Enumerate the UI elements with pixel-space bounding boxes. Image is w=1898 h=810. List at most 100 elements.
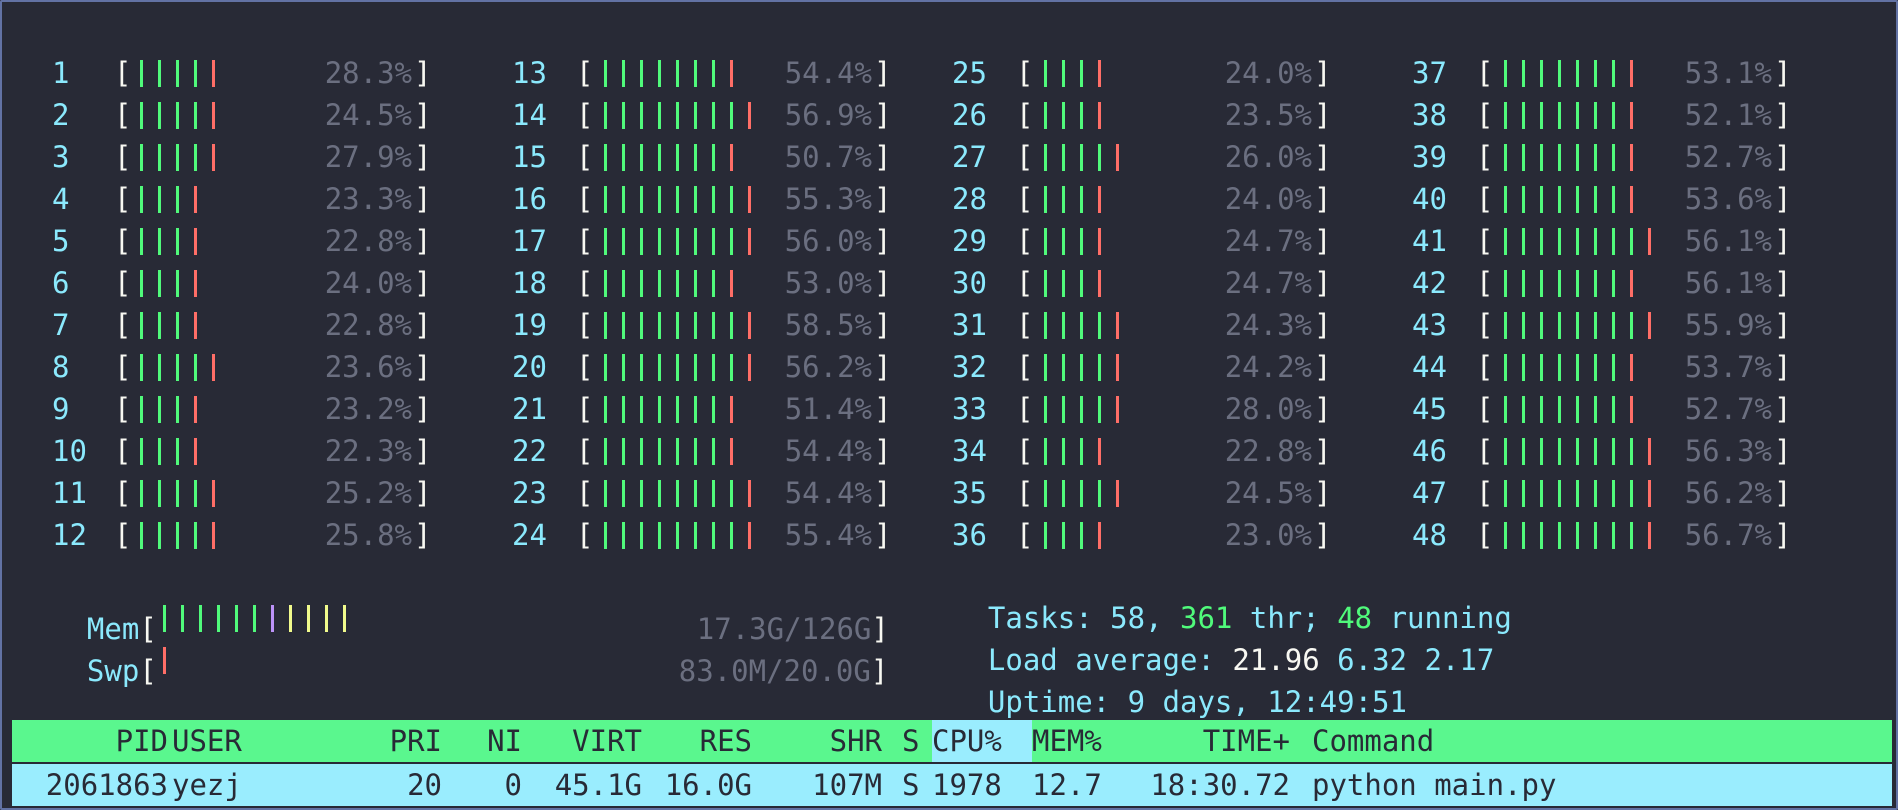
cpu-meter-42: 42 [56.1%] (0, 262, 1898, 304)
header-shr[interactable]: SHR (772, 720, 882, 762)
cpu-bracket-open: [ (1476, 308, 1494, 342)
cpu-bracket-open: [ (1476, 224, 1494, 258)
cpu-bracket-open: [ (1476, 476, 1494, 510)
cpu-bar-tick (1576, 480, 1579, 507)
process-time: 18:30.72 (1150, 768, 1290, 802)
cpu-bar-tick (1576, 438, 1579, 465)
cpu-number: 41 (1412, 224, 1447, 258)
cpu-bar-tick (1594, 102, 1597, 129)
cpu-bar-tick (1630, 438, 1633, 465)
cpu-bar-tick (1630, 480, 1633, 507)
process-pid: 2061863 (45, 768, 168, 802)
cpu-bracket-close: ] (1774, 266, 1792, 300)
cpu-bar-tick (1612, 144, 1615, 171)
process-mem: 12.7 (1032, 768, 1102, 802)
cpu-bar-tick (1612, 312, 1615, 339)
cpu-bracket-close: ] (1774, 56, 1792, 90)
uptime-line: Uptime: 9 days, 12:49:51 (953, 639, 1407, 719)
cpu-bar-tick (1558, 480, 1561, 507)
cpu-bar-tick (1504, 102, 1507, 129)
cpu-number: 42 (1412, 266, 1447, 300)
header-user[interactable]: USER (172, 720, 242, 762)
cpu-bar-tick (1522, 270, 1525, 297)
cpu-number: 44 (1412, 350, 1447, 384)
header-state[interactable]: S (902, 720, 919, 762)
cpu-bar-tick (1594, 438, 1597, 465)
cpu-bar-tick (1576, 102, 1579, 129)
cpu-number: 45 (1412, 392, 1447, 426)
cpu-bar-tick (1630, 144, 1633, 171)
cpu-bracket-open: [ (1476, 350, 1494, 384)
cpu-bar-tick (1576, 522, 1579, 549)
cpu-bar-tick (1630, 228, 1633, 255)
cpu-bar-tick (1504, 228, 1507, 255)
cpu-percent: 52.7% (1684, 140, 1772, 174)
cpu-bar-tick (1630, 522, 1633, 549)
cpu-bar-tick (1648, 312, 1651, 339)
cpu-bar-tick (1540, 438, 1543, 465)
load-average-line: Load average: 21.96 6.32 2.17 (953, 597, 1494, 677)
cpu-bar-tick (1540, 60, 1543, 87)
cpu-number: 37 (1412, 56, 1447, 90)
swp-bracket-open: [ (139, 654, 157, 688)
cpu-bracket-open: [ (1476, 98, 1494, 132)
cpu-percent: 56.3% (1684, 434, 1772, 468)
header-virt[interactable]: VIRT (542, 720, 642, 762)
cpu-bar-tick (1576, 270, 1579, 297)
swp-bar (157, 639, 679, 681)
process-virt: 45.1G (554, 768, 642, 802)
uptime-label: Uptime: (987, 685, 1111, 719)
cpu-bracket-close: ] (1774, 476, 1792, 510)
header-command[interactable]: Command (1312, 720, 1434, 762)
cpu-bar-tick (1522, 438, 1525, 465)
cpu-meter-43: 43 [55.9%] (0, 304, 1898, 346)
cpu-bar-tick (1558, 522, 1561, 549)
cpu-bar-tick (1522, 480, 1525, 507)
cpu-bar-tick (1558, 228, 1561, 255)
cpu-bracket-close: ] (1774, 140, 1792, 174)
cpu-bar-tick (1540, 396, 1543, 423)
swp-label: Swp (86, 654, 140, 688)
cpu-bracket-close: ] (1774, 308, 1792, 342)
cpu-bar-tick (1558, 60, 1561, 87)
header-time[interactable]: TIME+ (1132, 720, 1290, 762)
cpu-percent: 52.1% (1684, 98, 1772, 132)
cpu-meter-41: 41 [56.1%] (0, 220, 1898, 262)
cpu-bracket-close: ] (1774, 392, 1792, 426)
header-cpu[interactable]: CPU% (932, 720, 1002, 762)
cpu-bar-tick (1612, 60, 1615, 87)
cpu-bar-tick (1630, 186, 1633, 213)
cpu-percent: 56.7% (1684, 518, 1772, 552)
process-cpu: 1978 (932, 768, 1002, 802)
cpu-bar-tick (1630, 354, 1633, 381)
mem-meter: Mem[17.3G/126G] (52, 555, 889, 646)
cpu-bar-tick (1612, 228, 1615, 255)
cpu-bar-tick (1504, 522, 1507, 549)
cpu-percent: 53.7% (1684, 350, 1772, 384)
cpu-bar-tick (1648, 522, 1651, 549)
header-pid[interactable]: PID (12, 720, 168, 762)
header-res[interactable]: RES (652, 720, 752, 762)
cpu-bar-tick (1558, 354, 1561, 381)
cpu-bar-tick (1594, 312, 1597, 339)
cpu-bar-tick (1594, 144, 1597, 171)
cpu-meter-46: 46 [56.3%] (0, 430, 1898, 472)
cpu-bar-tick (1540, 228, 1543, 255)
cpu-bar-tick (1612, 438, 1615, 465)
cpu-bracket-close: ] (1774, 98, 1792, 132)
cpu-bar-tick (1522, 228, 1525, 255)
cpu-bar-tick (1540, 354, 1543, 381)
header-pri[interactable]: PRI (352, 720, 442, 762)
cpu-bracket-close: ] (1774, 224, 1792, 258)
cpu-bar-tick (1540, 102, 1543, 129)
header-mem[interactable]: MEM% (1032, 720, 1102, 762)
cpu-number: 46 (1412, 434, 1447, 468)
cpu-bracket-open: [ (1476, 392, 1494, 426)
cpu-bracket-open: [ (1476, 182, 1494, 216)
cpu-bracket-open: [ (1476, 434, 1494, 468)
cpu-bar-tick (1522, 312, 1525, 339)
cpu-bracket-close: ] (1774, 350, 1792, 384)
header-ni[interactable]: NI (452, 720, 522, 762)
tasks-line: Tasks: 58, 361 thr; 48 running (953, 555, 1512, 635)
process-row[interactable]: 2061863 yezj 20 0 45.1G 16.0G 107M S 197… (12, 764, 1892, 806)
